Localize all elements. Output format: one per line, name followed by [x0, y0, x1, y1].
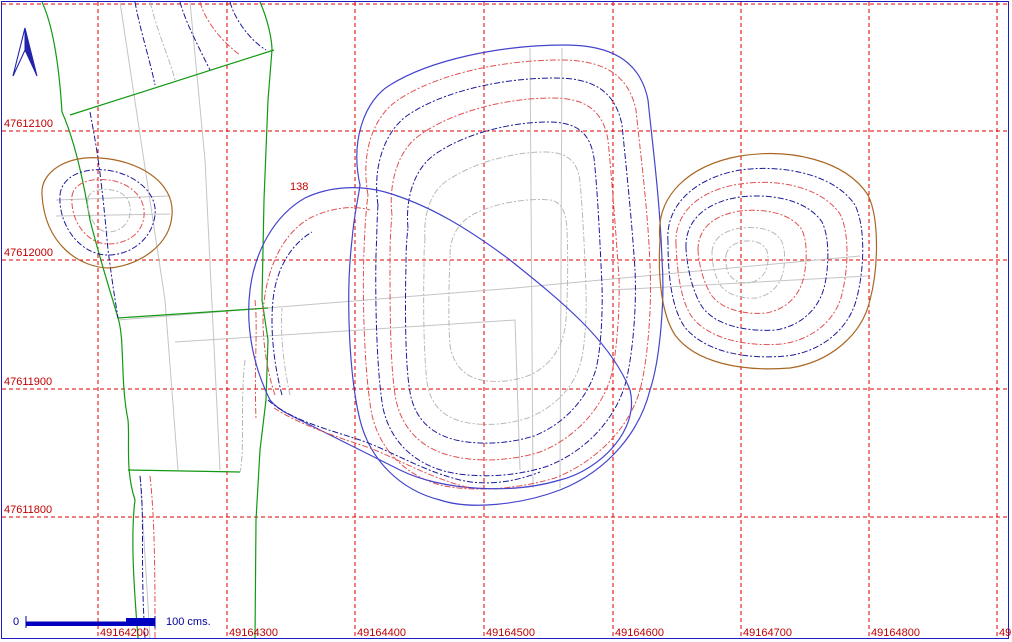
- map-drawing: 49164200 49164300 49164400 49164500 4916…: [2, 1, 1011, 639]
- parcel-boundary: [41, 1, 275, 639]
- scale-bar-segment: [126, 618, 155, 626]
- grid-y-label: 47611900: [4, 376, 52, 388]
- left-contours: [89, 1, 267, 639]
- coordinate-grid: [2, 2, 1008, 638]
- grid-x-labels: 49164200 49164300 49164400 49164500 4916…: [100, 627, 1011, 639]
- grid-x-label: 49164500: [486, 627, 535, 639]
- grid-x-label: 49164600: [615, 627, 664, 639]
- contour-label: 138: [290, 181, 308, 193]
- grid-x-label: 49: [999, 627, 1011, 639]
- grid-x-label: 49164800: [871, 627, 920, 639]
- grid-y-label: 47612100: [4, 118, 53, 130]
- scale-bar-end-label: 100 cms.: [166, 616, 211, 628]
- grid-y-label: 47612000: [4, 247, 53, 259]
- grid-x-label: 49164700: [743, 627, 792, 639]
- grid-y-label: 47611800: [4, 504, 52, 516]
- map-canvas: 49164200 49164300 49164400 49164500 4916…: [0, 0, 1012, 642]
- central-mound: [348, 44, 664, 506]
- strip-lines: [55, 1, 869, 639]
- small-mound: [41, 157, 173, 269]
- scale-bar-start-label: 0: [13, 616, 19, 628]
- scale-bar-segment: [26, 622, 126, 626]
- north-arrow-icon: [12, 27, 38, 77]
- right-mound: [658, 153, 878, 370]
- west-lobe-outline: [248, 187, 633, 490]
- grid-x-label: 49164200: [100, 627, 149, 639]
- grid-x-label: 49164300: [229, 627, 278, 639]
- grid-x-label: 49164400: [357, 627, 406, 639]
